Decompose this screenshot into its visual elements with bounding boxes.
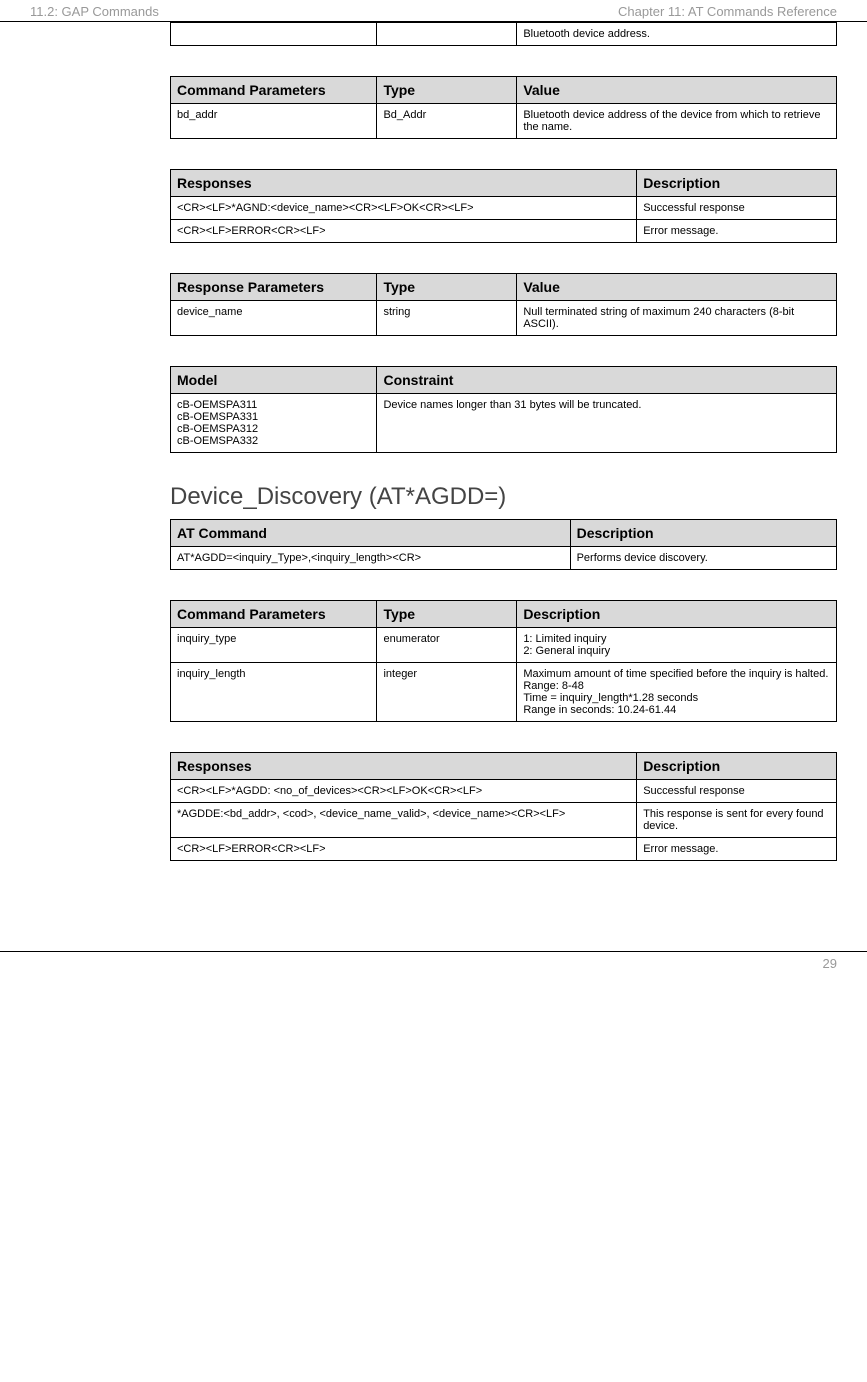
table-header-row: Model Constraint (171, 367, 837, 394)
responses-table: Responses Description <CR><LF>*AGND:<dev… (170, 169, 837, 243)
cell: string (377, 301, 517, 336)
table-row: Bluetooth device address. (171, 23, 837, 46)
col-header: Command Parameters (171, 77, 377, 104)
table-row: <CR><LF>*AGDD: <no_of_devices><CR><LF>OK… (171, 780, 837, 803)
cell: enumerator (377, 628, 517, 663)
table-header-row: Command Parameters Type Value (171, 77, 837, 104)
table-row: <CR><LF>ERROR<CR><LF> Error message. (171, 220, 837, 243)
table-row: AT*AGDD=<inquiry_Type>,<inquiry_length><… (171, 547, 837, 570)
cell: inquiry_length (171, 663, 377, 722)
cell: This response is sent for every found de… (637, 803, 837, 838)
header-left: 11.2: GAP Commands (30, 4, 159, 19)
col-header: Description (637, 753, 837, 780)
cell: Bluetooth device address of the device f… (517, 104, 837, 139)
col-header: Type (377, 77, 517, 104)
cell: inquiry_type (171, 628, 377, 663)
cell: <CR><LF>ERROR<CR><LF> (171, 838, 637, 861)
page-number: 29 (823, 956, 837, 971)
response-parameters-table: Response Parameters Type Value device_na… (170, 273, 837, 336)
cell: AT*AGDD=<inquiry_Type>,<inquiry_length><… (171, 547, 571, 570)
table-row: inquiry_type enumerator 1: Limited inqui… (171, 628, 837, 663)
cell: Bd_Addr (377, 104, 517, 139)
cell: Successful response (637, 780, 837, 803)
col-header: Constraint (377, 367, 837, 394)
col-header: Description (517, 601, 837, 628)
cell: device_name (171, 301, 377, 336)
cell: Error message. (637, 838, 837, 861)
col-header: Description (570, 520, 836, 547)
col-header: Type (377, 274, 517, 301)
table-row: <CR><LF>*AGND:<device_name><CR><LF>OK<CR… (171, 197, 837, 220)
cell: Successful response (637, 197, 837, 220)
col-header: Command Parameters (171, 601, 377, 628)
table-header-row: Command Parameters Type Description (171, 601, 837, 628)
cell: Device names longer than 31 bytes will b… (377, 394, 837, 453)
cell: integer (377, 663, 517, 722)
col-header: Description (637, 170, 837, 197)
table-row: cB-OEMSPA311 cB-OEMSPA331 cB-OEMSPA312 c… (171, 394, 837, 453)
fragment-table: Bluetooth device address. (170, 22, 837, 46)
col-header: Model (171, 367, 377, 394)
table-header-row: AT Command Description (171, 520, 837, 547)
table-row: device_name string Null terminated strin… (171, 301, 837, 336)
cell: <CR><LF>*AGND:<device_name><CR><LF>OK<CR… (171, 197, 637, 220)
header-right: Chapter 11: AT Commands Reference (618, 4, 837, 19)
cell: 1: Limited inquiry 2: General inquiry (517, 628, 837, 663)
cell: Null terminated string of maximum 240 ch… (517, 301, 837, 336)
cell: bd_addr (171, 104, 377, 139)
empty-cell (377, 23, 517, 46)
table-row: <CR><LF>ERROR<CR><LF> Error message. (171, 838, 837, 861)
col-header: Type (377, 601, 517, 628)
section-heading: Device_Discovery (AT*AGDD=) (170, 483, 837, 511)
empty-cell (171, 23, 377, 46)
cell: *AGDDE:<bd_addr>, <cod>, <device_name_va… (171, 803, 637, 838)
responses-table-2: Responses Description <CR><LF>*AGDD: <no… (170, 752, 837, 861)
col-header: Response Parameters (171, 274, 377, 301)
model-constraint-table: Model Constraint cB-OEMSPA311 cB-OEMSPA3… (170, 366, 837, 453)
col-header: Responses (171, 170, 637, 197)
command-parameters-table-2: Command Parameters Type Description inqu… (170, 600, 837, 722)
table-row: *AGDDE:<bd_addr>, <cod>, <device_name_va… (171, 803, 837, 838)
at-command-table: AT Command Description AT*AGDD=<inquiry_… (170, 519, 837, 570)
cell: cB-OEMSPA311 cB-OEMSPA331 cB-OEMSPA312 c… (171, 394, 377, 453)
cell: Error message. (637, 220, 837, 243)
table-header-row: Response Parameters Type Value (171, 274, 837, 301)
page-footer: 29 (0, 951, 867, 975)
table-row: bd_addr Bd_Addr Bluetooth device address… (171, 104, 837, 139)
col-header: AT Command (171, 520, 571, 547)
col-header: Responses (171, 753, 637, 780)
col-header: Value (517, 274, 837, 301)
page-body: Bluetooth device address. Command Parame… (0, 22, 867, 921)
table-header-row: Responses Description (171, 170, 837, 197)
table-header-row: Responses Description (171, 753, 837, 780)
fragment-cell: Bluetooth device address. (517, 23, 837, 46)
cell: Maximum amount of time specified before … (517, 663, 837, 722)
command-parameters-table: Command Parameters Type Value bd_addr Bd… (170, 76, 837, 139)
cell: <CR><LF>*AGDD: <no_of_devices><CR><LF>OK… (171, 780, 637, 803)
cell: Performs device discovery. (570, 547, 836, 570)
table-row: inquiry_length integer Maximum amount of… (171, 663, 837, 722)
cell: <CR><LF>ERROR<CR><LF> (171, 220, 637, 243)
col-header: Value (517, 77, 837, 104)
page-header: 11.2: GAP Commands Chapter 11: AT Comman… (0, 0, 867, 22)
